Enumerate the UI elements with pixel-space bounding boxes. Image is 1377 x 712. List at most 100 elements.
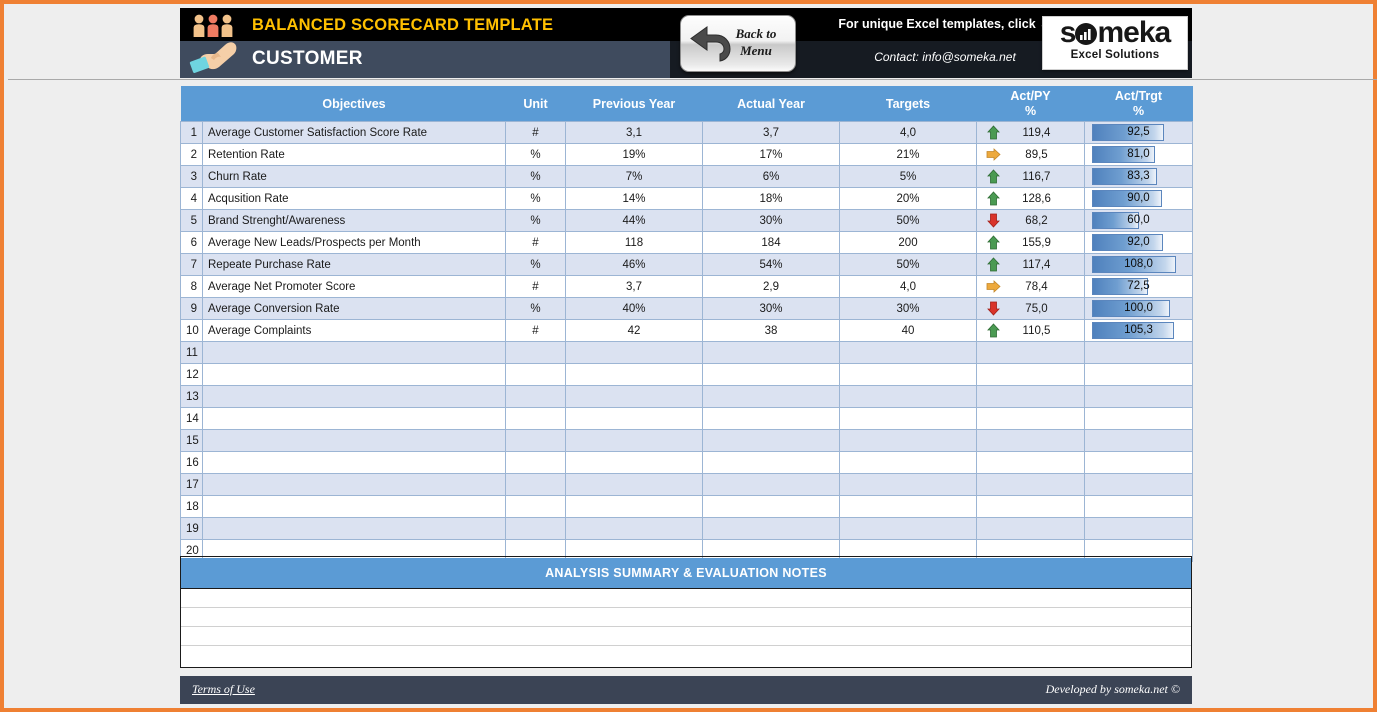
cell-unit[interactable]: #: [505, 319, 566, 342]
cell-target[interactable]: 20%: [839, 187, 977, 210]
table-row[interactable]: 12: [180, 363, 1193, 386]
cell-previous-year[interactable]: [565, 451, 703, 474]
table-row[interactable]: 6 Average New Leads/Prospects per Month #1…: [180, 231, 1193, 254]
cell-unit[interactable]: %: [505, 297, 566, 320]
cell-previous-year[interactable]: [565, 495, 703, 518]
cell-previous-year[interactable]: [565, 473, 703, 496]
cell-actual-year[interactable]: 30%: [702, 297, 840, 320]
table-row[interactable]: 3 Churn Rate% 7% 6% 5% 116,7 83,3: [180, 165, 1193, 188]
cell-previous-year[interactable]: [565, 341, 703, 364]
cell-actual-year[interactable]: 38: [702, 319, 840, 342]
table-row[interactable]: 15: [180, 429, 1193, 452]
cell-actual-year[interactable]: [702, 363, 840, 386]
cell-unit[interactable]: [505, 517, 566, 540]
cell-previous-year[interactable]: [565, 385, 703, 408]
cell-unit[interactable]: [505, 407, 566, 430]
cell-previous-year[interactable]: 3,7: [565, 275, 703, 298]
table-row[interactable]: 4 Acqusition Rate% 14% 18% 20% 128,6 90,0: [180, 187, 1193, 210]
cell-unit[interactable]: %: [505, 253, 566, 276]
cell-objective[interactable]: [202, 407, 506, 430]
cell-actual-year[interactable]: 6%: [702, 165, 840, 188]
cell-unit[interactable]: #: [505, 231, 566, 254]
cell-target[interactable]: [839, 429, 977, 452]
cell-previous-year[interactable]: 46%: [565, 253, 703, 276]
cell-actual-year[interactable]: [702, 429, 840, 452]
cell-unit[interactable]: %: [505, 187, 566, 210]
table-row[interactable]: 14: [180, 407, 1193, 430]
table-row[interactable]: 7 Repeate Purchase Rate% 46% 54% 50% 117,4 108…: [180, 253, 1193, 276]
cell-objective[interactable]: [202, 473, 506, 496]
cell-actual-year[interactable]: [702, 341, 840, 364]
cell-objective[interactable]: Brand Strenght/Awareness: [202, 209, 506, 232]
analysis-note-line[interactable]: [181, 589, 1191, 608]
cell-target[interactable]: [839, 407, 977, 430]
cell-actual-year[interactable]: [702, 473, 840, 496]
cell-target[interactable]: 4,0: [839, 121, 977, 144]
cell-target[interactable]: 30%: [839, 297, 977, 320]
cell-unit[interactable]: %: [505, 165, 566, 188]
cell-objective[interactable]: Retention Rate: [202, 143, 506, 166]
cell-objective[interactable]: Churn Rate: [202, 165, 506, 188]
cell-unit[interactable]: %: [505, 143, 566, 166]
table-row[interactable]: 5 Brand Strenght/Awareness% 44% 30% 50% 68,2 6…: [180, 209, 1193, 232]
cell-unit[interactable]: [505, 495, 566, 518]
cell-unit[interactable]: #: [505, 121, 566, 144]
cell-target[interactable]: [839, 495, 977, 518]
cell-objective[interactable]: [202, 429, 506, 452]
back-to-menu-button[interactable]: Back to Menu: [680, 15, 796, 72]
cell-previous-year[interactable]: 7%: [565, 165, 703, 188]
analysis-notes-box[interactable]: [180, 588, 1192, 668]
table-row[interactable]: 8 Average Net Promoter Score #3,7 2,9 4,0 78,…: [180, 275, 1193, 298]
cell-unit[interactable]: [505, 473, 566, 496]
cell-actual-year[interactable]: [702, 407, 840, 430]
cell-previous-year[interactable]: 44%: [565, 209, 703, 232]
table-row[interactable]: 11: [180, 341, 1193, 364]
cell-objective[interactable]: Average Complaints: [202, 319, 506, 342]
cell-previous-year[interactable]: [565, 429, 703, 452]
cell-actual-year[interactable]: [702, 495, 840, 518]
cell-target[interactable]: [839, 451, 977, 474]
cell-objective[interactable]: Average Conversion Rate: [202, 297, 506, 320]
table-row[interactable]: 18: [180, 495, 1193, 518]
cell-objective[interactable]: Repeate Purchase Rate: [202, 253, 506, 276]
cell-unit[interactable]: [505, 363, 566, 386]
cell-objective[interactable]: Average Net Promoter Score: [202, 275, 506, 298]
cell-previous-year[interactable]: [565, 363, 703, 386]
table-row[interactable]: 2 Retention Rate% 19% 17% 21% 89,5 81,0: [180, 143, 1193, 166]
cell-previous-year[interactable]: 40%: [565, 297, 703, 320]
cell-actual-year[interactable]: [702, 385, 840, 408]
table-row[interactable]: 16: [180, 451, 1193, 474]
cell-target[interactable]: [839, 473, 977, 496]
cell-previous-year[interactable]: 14%: [565, 187, 703, 210]
cell-target[interactable]: 5%: [839, 165, 977, 188]
cell-unit[interactable]: [505, 385, 566, 408]
cell-previous-year[interactable]: [565, 517, 703, 540]
cell-actual-year[interactable]: 18%: [702, 187, 840, 210]
cell-objective[interactable]: [202, 495, 506, 518]
cell-actual-year[interactable]: 3,7: [702, 121, 840, 144]
cell-unit[interactable]: #: [505, 275, 566, 298]
cell-previous-year[interactable]: 42: [565, 319, 703, 342]
cell-target[interactable]: [839, 385, 977, 408]
cell-objective[interactable]: [202, 341, 506, 364]
cell-objective[interactable]: [202, 517, 506, 540]
cell-target[interactable]: 50%: [839, 253, 977, 276]
analysis-note-line[interactable]: [181, 627, 1191, 646]
cell-objective[interactable]: Average New Leads/Prospects per Month: [202, 231, 506, 254]
promo-text[interactable]: For unique Excel templates, click →: [825, 17, 1065, 31]
cell-actual-year[interactable]: 184: [702, 231, 840, 254]
table-row[interactable]: 17: [180, 473, 1193, 496]
cell-actual-year[interactable]: 54%: [702, 253, 840, 276]
cell-target[interactable]: 50%: [839, 209, 977, 232]
cell-previous-year[interactable]: 19%: [565, 143, 703, 166]
cell-objective[interactable]: [202, 451, 506, 474]
cell-unit[interactable]: [505, 451, 566, 474]
cell-objective[interactable]: [202, 363, 506, 386]
cell-target[interactable]: 21%: [839, 143, 977, 166]
cell-target[interactable]: [839, 341, 977, 364]
cell-target[interactable]: 40: [839, 319, 977, 342]
cell-target[interactable]: 200: [839, 231, 977, 254]
cell-actual-year[interactable]: 30%: [702, 209, 840, 232]
cell-actual-year[interactable]: [702, 517, 840, 540]
cell-actual-year[interactable]: 17%: [702, 143, 840, 166]
